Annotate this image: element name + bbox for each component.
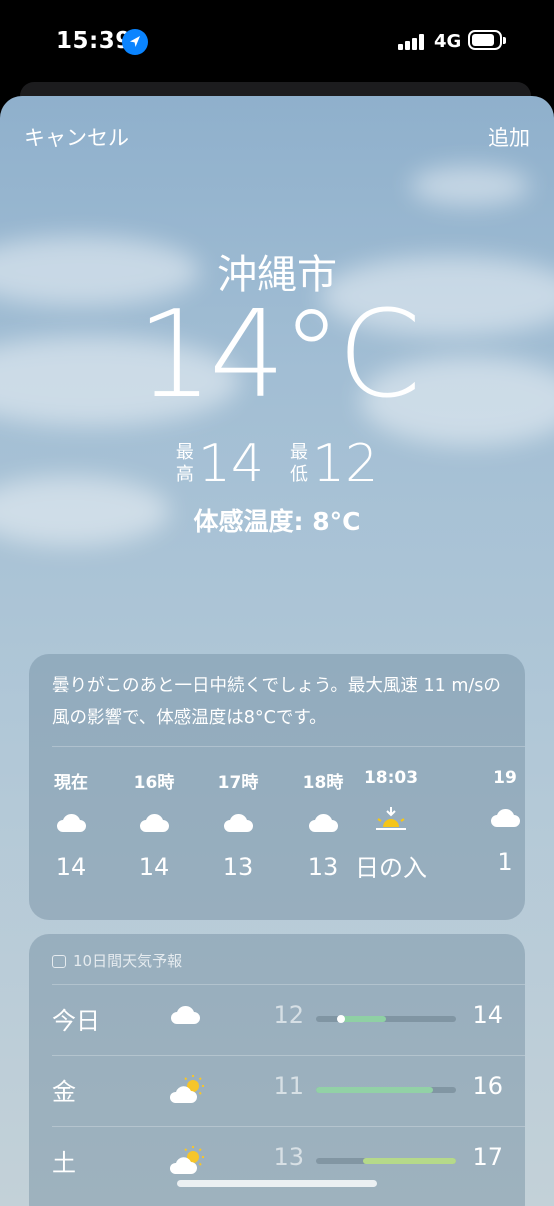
hourly-time: 18:03 [363,768,419,788]
partly-sunny-icon [168,1074,208,1106]
hourly-time: 現在 [54,773,88,793]
temperature-range-fill [339,1016,386,1022]
forecast-day: 金 [52,1078,76,1106]
forecast-high: 17 [472,1143,503,1171]
sunset-icon [374,806,408,830]
signal-bars-icon [398,34,428,50]
cancel-button[interactable]: キャンセル [24,122,129,152]
high-temperature: 最高 14 [176,438,264,490]
add-button[interactable]: 追加 [488,122,530,152]
forecast-high: 14 [472,1001,503,1029]
forecast-day: 今日 [52,1007,100,1035]
hourly-item: 16時 14 [112,768,196,881]
hourly-temperature: 14 [138,853,170,881]
home-indicator[interactable] [177,1180,377,1187]
forecast-day: 土 [52,1149,76,1177]
forecast-title-text: 10日間天気予報 [73,952,183,970]
current-temperature-dot [337,1015,345,1023]
hourly-time: 16時 [133,773,175,793]
temperature-range-fill [316,1087,433,1093]
weather-summary: 曇りがこのあと一日中続くでしょう。最大風速 11 m/sの風の影響で、体感温度は… [52,676,501,728]
low-value: 12 [312,434,379,494]
divider [52,1126,525,1127]
cloud-icon [54,811,88,835]
low-label: 最 [290,442,308,463]
hourly-forecast-card[interactable]: 曇りがこのあと一日中続くでしょう。最大風速 11 m/sの風の影響で、体感温度は… [29,654,525,920]
weather-preview-sheet: キャンセル 追加 沖縄市 14°C 最高 14 最低 12 体感温度: 8°C … [0,96,554,1206]
sky-cloud [410,166,530,206]
forecast-low: 13 [273,1143,304,1171]
status-bar: 15:39 4G [0,0,554,84]
temperature-range-bar [316,1087,456,1093]
ten-day-forecast-card[interactable]: 10日間天気予報 今日 12 14 金 11 16 土 13 17 [29,934,525,1206]
hourly-temperature: 1 [497,848,513,876]
divider [52,984,525,985]
high-value: 14 [197,434,264,494]
divider [52,746,525,747]
hourly-time: 19 [493,768,517,788]
forecast-low: 12 [273,1001,304,1029]
temperature-range-fill [362,1158,456,1164]
forecast-low: 11 [273,1072,304,1100]
forecast-row[interactable]: 今日 12 14 [52,989,503,1049]
location-arrow-icon [122,29,148,55]
partly-sunny-icon [168,1145,208,1177]
forecast-title: 10日間天気予報 [52,950,182,971]
network-type: 4G [434,31,462,52]
cloud-icon [488,806,522,830]
feels-like: 体感温度: 8°C [193,507,361,536]
cloud-icon [168,1003,208,1035]
temperature-range-bar [316,1158,456,1164]
hourly-item: 18:03 日の入 [326,768,456,883]
hourly-item: 17時 13 [196,768,280,881]
high-low: 最高 14 最低 12 [0,438,554,490]
forecast-high: 16 [472,1072,503,1100]
low-label: 低 [290,464,308,485]
cloud-icon [221,811,255,835]
hourly-temperature: 14 [55,853,87,881]
calendar-icon [52,955,66,968]
status-time: 15:39 [56,28,132,54]
battery-icon [468,30,506,50]
temperature-range-bar [316,1015,456,1023]
forecast-row[interactable]: 金 11 16 [52,1060,503,1120]
current-temperature: 14°C [136,286,421,425]
divider [52,1055,525,1056]
hourly-item: 19 1 [463,768,525,876]
high-label: 高 [175,464,194,485]
high-label: 最 [175,442,194,463]
hourly-temperature: 13 [222,853,254,881]
hourly-item: 現在 14 [29,768,113,881]
cloud-icon [137,811,171,835]
hourly-time: 17時 [217,773,259,793]
hourly-temperature: 日の入 [355,854,427,882]
low-temperature: 最低 12 [290,438,378,490]
